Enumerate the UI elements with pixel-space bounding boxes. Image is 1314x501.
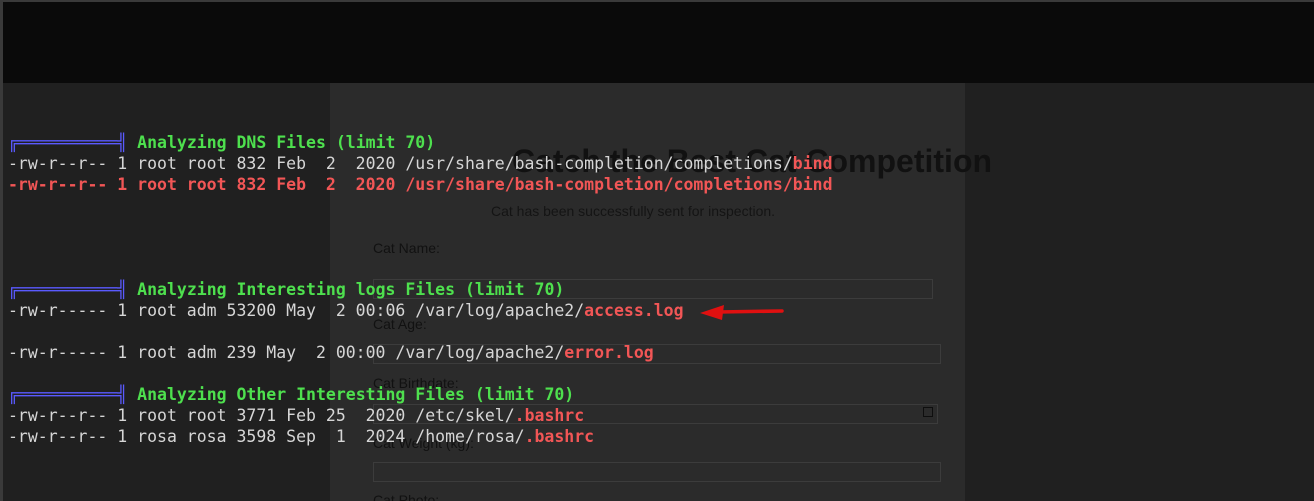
section-bar-icon: ╔══════════╣ (8, 133, 128, 152)
screen: Catch the Best Cat Competition Cat has b… (0, 0, 1314, 501)
section-header-logs: ╔══════════╣ Analyzing Interesting logs … (8, 279, 564, 300)
row-path: -rw-r--r-- 1 root root 832 Feb 2 2020 /u… (8, 175, 793, 194)
section-title: Analyzing Interesting logs Files (limit … (137, 280, 565, 299)
window-left-edge (0, 0, 3, 501)
row-path: -rw-r--r-- 1 rosa rosa 3598 Sep 1 2024 /… (8, 427, 525, 446)
section-title: Analyzing DNS Files (limit 70) (137, 133, 436, 152)
background-input-cat-weight (373, 462, 941, 482)
terminal-row: -rw-r----- 1 root adm 53200 May 2 00:06 … (8, 300, 684, 321)
section-bar-icon: ╔══════════╣ (8, 280, 128, 299)
row-path: -rw-r----- 1 root adm 53200 May 2 00:06 … (8, 301, 585, 320)
red-arrow-left-icon (700, 305, 784, 320)
row-highlight: .bashrc (514, 406, 585, 425)
section-header-other: ╔══════════╣ Analyzing Other Interesting… (8, 384, 574, 405)
row-highlight: access.log (584, 301, 684, 320)
row-path: -rw-r--r-- 1 root root 3771 Feb 25 2020 … (8, 406, 515, 425)
terminal-row: -rw-r--r-- 1 rosa rosa 3598 Sep 1 2024 /… (8, 426, 594, 447)
terminal-row: -rw-r----- 1 root adm 239 May 2 00:00 /v… (8, 342, 654, 363)
calendar-icon (923, 407, 933, 417)
row-highlight: bind (792, 175, 833, 194)
row-path: -rw-r----- 1 root adm 239 May 2 00:00 /v… (8, 343, 565, 362)
row-highlight: error.log (564, 343, 654, 362)
window-top-bar (0, 0, 1314, 83)
background-label-cat-name: Cat Name: (373, 240, 440, 256)
section-bar-icon: ╔══════════╣ (8, 385, 128, 404)
background-label-cat-photo: Cat Photo: (373, 492, 440, 501)
section-header-dns: ╔══════════╣ Analyzing DNS Files (limit … (8, 132, 435, 153)
row-highlight: .bashrc (524, 427, 595, 446)
section-title: Analyzing Other Interesting Files (limit… (137, 385, 575, 404)
row-highlight: bind (792, 154, 833, 173)
terminal-row: -rw-r--r-- 1 root root 832 Feb 2 2020 /u… (8, 153, 833, 174)
terminal-row: -rw-r--r-- 1 root root 832 Feb 2 2020 /u… (8, 174, 833, 195)
background-page-subtitle: Cat has been successfully sent for inspe… (491, 203, 776, 219)
terminal-row: -rw-r--r-- 1 root root 3771 Feb 25 2020 … (8, 405, 584, 426)
row-path: -rw-r--r-- 1 root root 832 Feb 2 2020 /u… (8, 154, 793, 173)
